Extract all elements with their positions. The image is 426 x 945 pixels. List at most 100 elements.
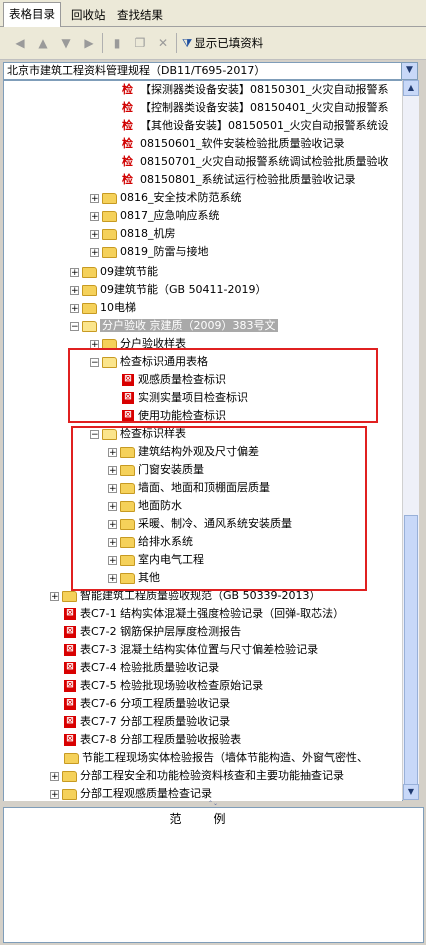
scroll-down-icon[interactable]: ▼ [403,784,419,800]
tree-item[interactable]: ⊠ 表C7-8 分部工程质量验收报验表 [64,731,241,749]
expand-icon[interactable]: + [90,193,99,203]
tree-item[interactable]: ⊠ 表C7-5 检验批现场验收检查原始记录 [64,677,263,695]
tree-item-label: 09建筑节能 [100,265,158,278]
table-icon: ⊠ [64,698,76,710]
scroll-up-icon[interactable]: ▲ [403,80,419,96]
open-folder-icon [82,320,97,332]
tree-item-label: 分部工程安全和功能检验资料核查和主要功能抽查记录 [80,769,344,782]
tree-item-label: 节能工程现场实体检验报告（墙体节能构造、外窗气密性、 [82,751,368,764]
folder-icon [82,266,97,278]
expand-icon[interactable]: + [70,303,79,313]
legend-title: 范例 [169,812,258,826]
copy-icon[interactable]: ❐ [130,33,150,53]
tab-recycle-bin[interactable]: 回收站 [66,4,111,26]
tree-item[interactable]: ⊠ 表C7-7 分部工程质量验收记录 [64,713,230,731]
inspection-icon: 检 [122,83,133,96]
inspection-icon: 检 [122,137,133,150]
inspection-icon: 检 [122,155,133,168]
legend-panel: 范例 [3,807,424,943]
folder-icon [82,284,97,296]
folder-icon [82,302,97,314]
new-item-icon[interactable]: ▮ [107,33,127,53]
tree-item[interactable]: 检【控制器类设备安装】08150401_火灾自动报警系 [122,99,389,117]
tree-scrollbar[interactable]: ▲ ▼ [402,80,419,800]
tree-item[interactable]: ⊠ 表C7-4 检验批质量验收记录 [64,659,219,677]
tree-item-label: 表C7-5 检验批现场验收检查原始记录 [80,679,264,692]
tree-item[interactable]: ⊠ 表C7-3 混凝土结构实体位置与尺寸偏差检验记录 [64,641,318,659]
tree-folder[interactable]: 节能工程现场实体检验报告（墙体节能构造、外窗气密性、 [64,749,368,767]
tree-item-label: 表C7-3 混凝土结构实体位置与尺寸偏差检验记录 [80,643,319,656]
tree-folder[interactable]: + 分部工程安全和功能检验资料核查和主要功能抽查记录 [50,767,344,785]
table-icon: ⊠ [64,662,76,674]
tree-item[interactable]: ⊠ 表C7-1 结构实体混凝土强度检验记录（回弹-取芯法） [64,605,344,623]
tree-folder-selected[interactable]: − 分户验收 京建质（2009）383号文 [70,317,278,335]
tree-item[interactable]: 检 08150601_软件安装检验批质量验收记录 [122,135,345,153]
tree-item-label: 表C7-1 结构实体混凝土强度检验记录（回弹-取芯法） [80,607,345,620]
folder-icon [64,752,79,764]
tree-folder[interactable]: +0817_应急响应系统 [90,207,220,225]
tree-item-label: 【探测器类设备安装】08150301_火灾自动报警系 [140,83,389,96]
inspection-icon: 检 [122,101,133,114]
delete-icon[interactable]: ✕ [153,33,173,53]
tree-item-label: 08150701_火灾自动报警系统调试检验批质量验收 [140,155,389,168]
table-icon: ⊠ [64,608,76,620]
inspection-icon: 检 [122,119,133,132]
tree-folder[interactable]: +09建筑节能 [70,263,158,281]
tree-item[interactable]: 检【其他设备安装】08150501_火灾自动报警系统设 [122,117,389,135]
tree-folder[interactable]: +0819_防雷与接地 [90,243,209,261]
tree-item[interactable]: 检 08150701_火灾自动报警系统调试检验批质量验收 [122,153,389,171]
show-filled-button[interactable]: ⧩ 显示已填资料 [182,33,263,53]
tree-item-label: 0816_安全技术防范系统 [120,191,242,204]
tree-item-label: 10电梯 [100,301,136,314]
tree-folder[interactable]: +0818_机房 [90,225,176,243]
tree-folder[interactable]: + 分部工程观感质量检查记录 [50,785,212,801]
folder-icon [62,788,77,800]
move-left-icon[interactable]: ◀ [10,33,30,53]
tree-folder[interactable]: +09建筑节能（GB 50411-2019） [70,281,267,299]
tree-item[interactable]: ⊠ 表C7-6 分项工程质量验收记录 [64,695,230,713]
expand-icon[interactable]: + [50,591,59,601]
move-up-icon[interactable]: ▲ [33,33,53,53]
table-icon: ⊠ [64,716,76,728]
folder-icon [62,590,77,602]
tree-item-label: 08150801_系统试运行检验批质量验收记录 [140,173,356,186]
tree-item[interactable]: 检 08150801_系统试运行检验批质量验收记录 [122,171,356,189]
collapse-icon[interactable]: − [70,321,79,331]
tab-search-results[interactable]: 查找结果 [112,4,168,26]
tree-item-label: 0819_防雷与接地 [120,245,209,258]
folder-icon [102,192,117,204]
tree-item-label: 表C7-7 分部工程质量验收记录 [80,715,231,728]
tab-table-directory[interactable]: 表格目录 [3,2,61,27]
table-icon: ⊠ [64,734,76,746]
expand-icon[interactable]: + [50,771,59,781]
tree-item-label: 表C7-4 检验批质量验收记录 [80,661,220,674]
table-icon: ⊠ [64,680,76,692]
expand-icon[interactable]: + [90,247,99,257]
expand-icon[interactable]: + [50,789,59,799]
toolbar-separator [176,33,177,53]
tree-folder[interactable]: +0816_安全技术防范系统 [90,189,242,207]
tree-item-label: 09建筑节能（GB 50411-2019） [100,283,267,296]
tab-bar: 表格目录 回收站 查找结果 [0,0,426,27]
tree-folder[interactable]: +10电梯 [70,299,136,317]
spec-select-value: 北京市建筑工程资料管理规程（DB11/T695-2017） [7,64,266,77]
tree-item-label: 0818_机房 [120,227,176,240]
expand-icon[interactable]: + [70,267,79,277]
chevron-down-icon[interactable]: ▼ [401,63,417,79]
show-filled-label: 显示已填资料 [194,36,264,50]
highlight-box [71,426,367,591]
move-right-icon[interactable]: ▶ [79,33,99,53]
tree-item[interactable]: ⊠ 表C7-2 钢筋保护层厚度检测报告 [64,623,241,641]
expand-icon[interactable]: + [90,229,99,239]
expand-icon[interactable]: + [90,211,99,221]
expand-icon[interactable]: + [70,285,79,295]
scroll-thumb[interactable] [404,515,418,795]
tree-item-label: 表C7-2 钢筋保护层厚度检测报告 [80,625,242,638]
folder-icon [102,228,117,240]
spec-select[interactable]: 北京市建筑工程资料管理规程（DB11/T695-2017） ▼ [3,62,418,80]
folder-icon [62,770,77,782]
move-down-icon[interactable]: ▼ [56,33,76,53]
tree-item[interactable]: 检【探测器类设备安装】08150301_火灾自动报警系 [122,81,389,99]
table-icon: ⊠ [64,626,76,638]
tree-item-label: 08150601_软件安装检验批质量验收记录 [140,137,345,150]
